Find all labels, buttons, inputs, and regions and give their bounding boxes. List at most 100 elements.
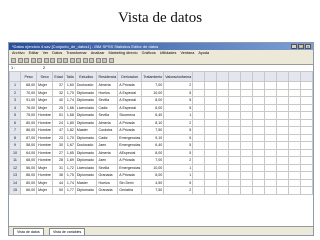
data-cell[interactable]: 1,80	[63, 118, 76, 127]
data-cell[interactable]	[287, 133, 301, 142]
tab-variable-view[interactable]: Vista de variables	[49, 228, 86, 235]
data-cell[interactable]	[252, 156, 266, 165]
data-cell[interactable]: 30	[52, 141, 65, 150]
data-cell[interactable]: 1,68	[63, 111, 76, 120]
data-cell[interactable]: A Privada	[117, 156, 143, 165]
data-cell[interactable]: 37	[52, 81, 65, 90]
data-cell[interactable]: 2	[163, 186, 194, 195]
data-cell[interactable]: 1,66	[63, 103, 76, 112]
data-cell[interactable]	[299, 133, 313, 142]
data-cell[interactable]: A Privada	[117, 118, 143, 127]
data-cell[interactable]	[299, 111, 313, 120]
column-header[interactable]: Residencia	[96, 71, 119, 82]
data-cell[interactable]	[299, 96, 313, 105]
open-icon[interactable]	[11, 57, 16, 63]
data-cell[interactable]: 1	[163, 111, 194, 120]
row-number[interactable]: 3	[9, 96, 22, 105]
data-cell[interactable]	[287, 126, 301, 135]
weight-cases-icon[interactable]	[95, 57, 101, 63]
data-cell[interactable]: Diplomado	[74, 133, 98, 142]
row-number[interactable]: 2	[9, 88, 22, 97]
data-cell[interactable]	[275, 148, 289, 157]
data-cell[interactable]: 5	[163, 148, 194, 157]
data-cell[interactable]	[192, 133, 206, 142]
data-cell[interactable]: 1,82	[63, 126, 76, 135]
menu-analizar[interactable]: Analizar	[91, 50, 105, 56]
data-cell[interactable]	[216, 133, 230, 142]
data-cell[interactable]	[252, 118, 266, 127]
data-cell[interactable]	[287, 178, 301, 187]
data-cell[interactable]: A Privada	[117, 171, 143, 180]
data-cell[interactable]: Almeria	[96, 118, 119, 127]
data-cell[interactable]: 1,75	[63, 171, 76, 180]
data-cell[interactable]	[264, 96, 277, 105]
data-cell[interactable]: Hombre	[36, 141, 54, 150]
data-cell[interactable]	[287, 81, 301, 90]
data-cell[interactable]: Diplomado	[74, 118, 98, 127]
data-cell[interactable]: 1,74	[63, 178, 76, 187]
data-cell[interactable]: Master	[74, 126, 98, 135]
data-cell[interactable]: 7,00	[141, 81, 165, 90]
data-cell[interactable]: 50	[52, 186, 65, 195]
variables-icon[interactable]	[63, 57, 68, 63]
data-cell[interactable]: Granada	[96, 171, 119, 180]
data-cell[interactable]	[240, 81, 254, 90]
goto-case-icon[interactable]	[50, 57, 55, 63]
data-cell[interactable]: AEspecial	[117, 148, 143, 157]
data-cell[interactable]	[299, 81, 313, 90]
data-cell[interactable]	[287, 118, 301, 127]
data-cell[interactable]	[252, 81, 266, 90]
data-cell[interactable]: Mujer	[36, 88, 54, 97]
data-cell[interactable]	[264, 171, 277, 180]
data-cell[interactable]	[240, 96, 254, 105]
data-cell[interactable]: A Especial	[117, 88, 143, 97]
row-number[interactable]: 9	[9, 141, 22, 150]
data-cell[interactable]: Huelva	[96, 88, 119, 97]
data-cell[interactable]	[204, 171, 218, 180]
data-cell[interactable]: Almeria	[96, 148, 119, 157]
data-cell[interactable]: 1,69	[63, 156, 76, 165]
data-cell[interactable]: 32	[52, 88, 65, 97]
data-cell[interactable]	[216, 96, 230, 105]
data-cell[interactable]: 87,00	[20, 133, 38, 142]
data-cell[interactable]: 80,00	[20, 118, 38, 127]
data-cell[interactable]: 66,00	[20, 186, 38, 195]
data-cell[interactable]	[192, 148, 206, 157]
menu-ver[interactable]: Ver	[43, 50, 49, 56]
data-cell[interactable]	[299, 163, 313, 172]
data-cell[interactable]	[252, 178, 266, 187]
column-header[interactable]: Valoracionfarma	[163, 71, 194, 82]
data-cell[interactable]: 6,00	[141, 171, 165, 180]
data-cell[interactable]	[216, 103, 230, 112]
data-cell[interactable]: 1,65	[63, 148, 76, 157]
data-cell[interactable]: Mujer	[36, 103, 54, 112]
data-cell[interactable]: 9,10	[141, 133, 165, 142]
data-cell[interactable]: 64,00	[20, 148, 38, 157]
data-cell[interactable]: Mujer	[36, 163, 54, 172]
data-cell[interactable]: A Privada	[117, 81, 143, 90]
row-number[interactable]: 13	[9, 171, 22, 180]
data-cell[interactable]: 2	[163, 118, 194, 127]
data-cell[interactable]: Mujer	[36, 81, 54, 90]
data-cell[interactable]	[264, 81, 277, 90]
column-header[interactable]: Peso	[20, 71, 38, 82]
data-cell[interactable]	[264, 186, 277, 195]
data-cell[interactable]	[204, 81, 218, 90]
menu-editar[interactable]: Editar	[29, 50, 39, 56]
data-cell[interactable]	[228, 148, 242, 157]
data-cell[interactable]: 8,00	[141, 96, 165, 105]
data-cell[interactable]	[216, 186, 230, 195]
data-cell[interactable]	[228, 141, 242, 150]
insert-cases-icon[interactable]	[76, 57, 81, 63]
data-cell[interactable]	[192, 171, 206, 180]
data-cell[interactable]	[275, 88, 289, 97]
data-cell[interactable]	[299, 148, 313, 157]
data-cell[interactable]: Doctorado	[74, 141, 98, 150]
data-cell[interactable]	[228, 133, 242, 142]
data-cell[interactable]	[204, 133, 218, 142]
data-cell[interactable]: 5	[163, 96, 194, 105]
column-header-empty[interactable]	[192, 71, 206, 82]
data-cell[interactable]: 56,00	[20, 163, 38, 172]
data-cell[interactable]	[192, 103, 206, 112]
undo-icon[interactable]	[37, 57, 42, 63]
